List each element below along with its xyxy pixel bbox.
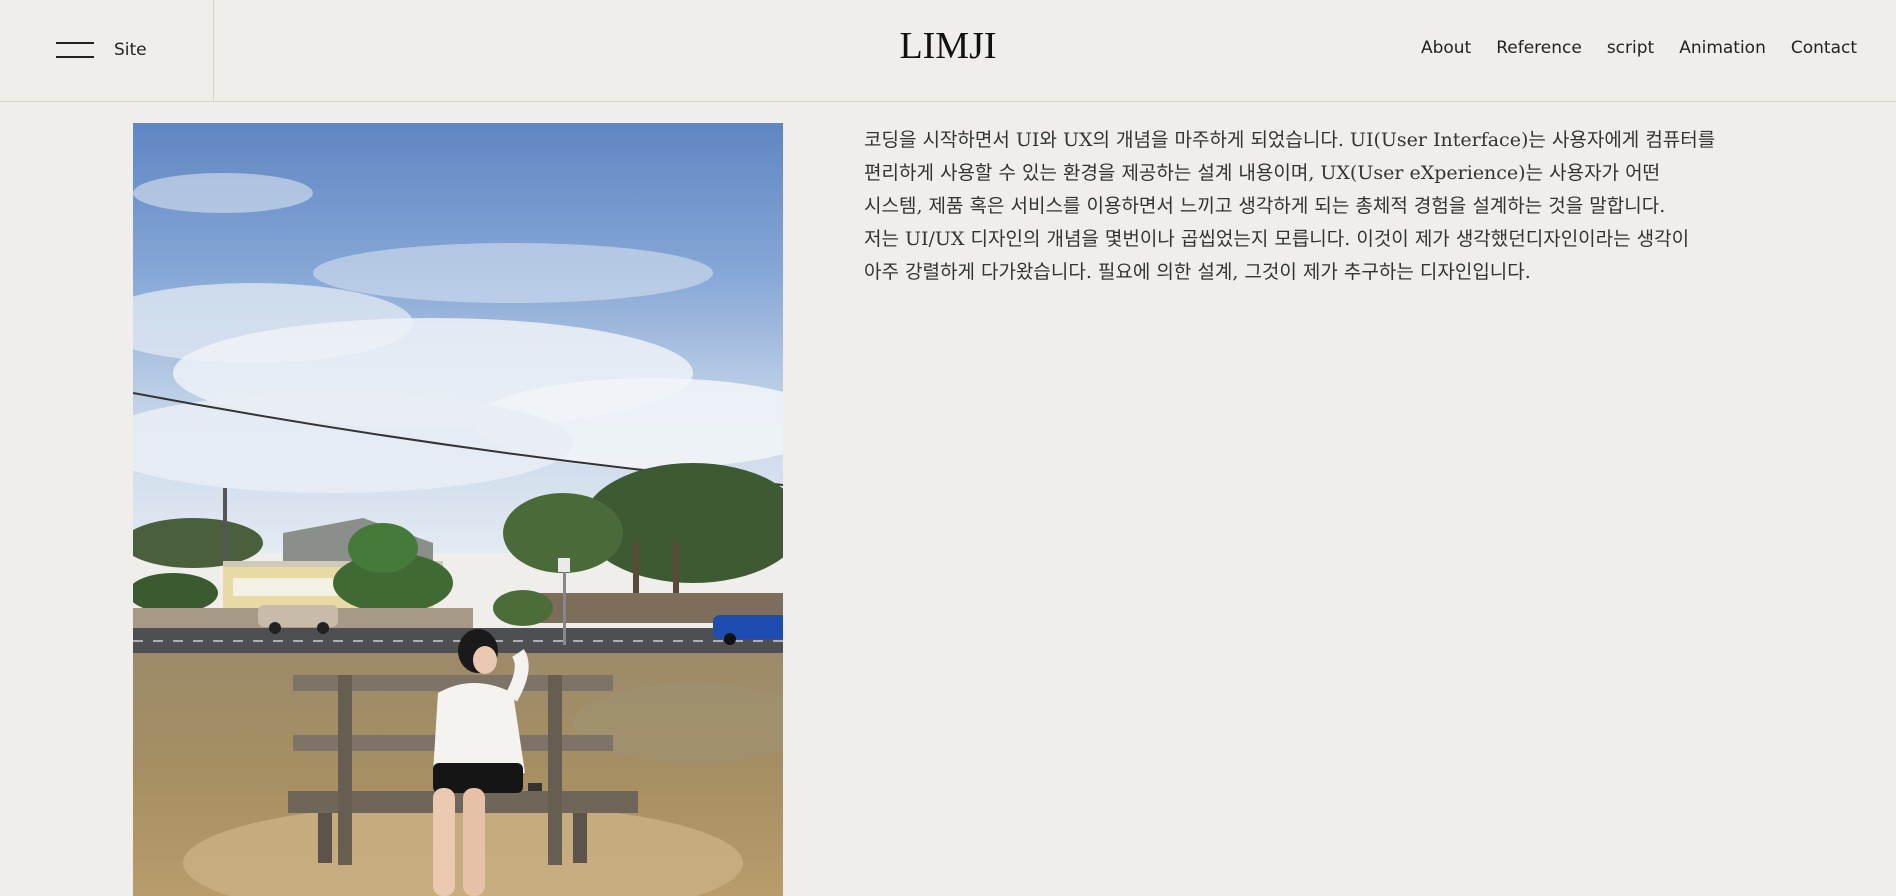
nav-animation[interactable]: Animation (1679, 38, 1766, 58)
nav-contact[interactable]: Contact (1791, 38, 1857, 58)
intro-text: 코딩을 시작하면서 UI와 UX의 개념을 마주하게 되었습니다. UI(Use… (864, 124, 1764, 289)
intro-line: 시스템, 제품 혹은 서비스를 이용하면서 느끼고 생각하게 되는 총체적 경험… (864, 195, 1666, 217)
nav-about[interactable]: About (1421, 38, 1471, 58)
menu-area[interactable]: Site (0, 0, 214, 101)
intro-line: 편리하게 사용할 수 있는 환경을 제공하는 설계 내용이며, UX(User … (864, 162, 1661, 184)
nav-script[interactable]: script (1607, 38, 1654, 58)
intro-line: 저는 UI/UX 디자인의 개념을 몇번이나 곱씹었는지 모릅니다. 이것이 제… (864, 228, 1690, 250)
intro-line: 아주 강렬하게 다가왔습니다. 필요에 의한 설계, 그것이 제가 추구하는 디… (864, 261, 1531, 283)
site-header: Site LIMJI About Reference script Animat… (0, 0, 1896, 102)
hamburger-menu-icon[interactable] (56, 42, 94, 58)
logo-text[interactable]: LIMJI (899, 25, 996, 67)
profile-photo (133, 123, 783, 896)
site-menu-label[interactable]: Site (114, 40, 147, 60)
main-nav: About Reference script Animation Contact (1421, 38, 1857, 58)
nav-reference[interactable]: Reference (1496, 38, 1582, 58)
intro-line: 코딩을 시작하면서 UI와 UX의 개념을 마주하게 되었습니다. UI(Use… (864, 129, 1716, 151)
